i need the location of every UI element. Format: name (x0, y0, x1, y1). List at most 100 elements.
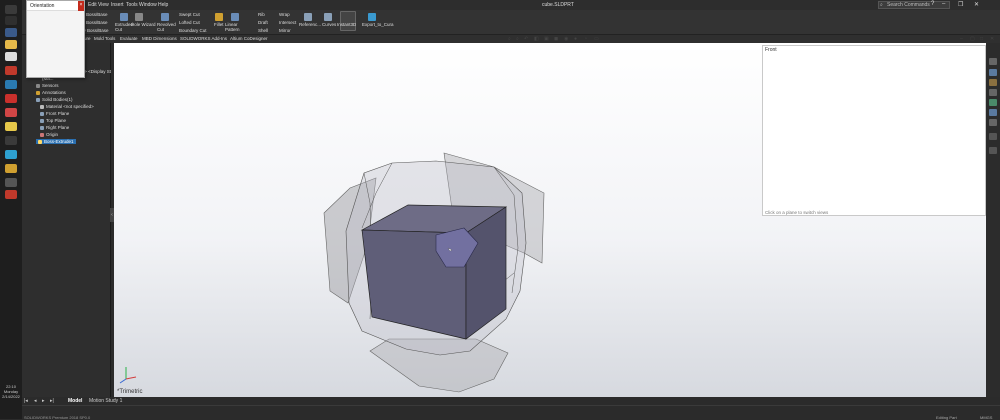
hole-wizard-button[interactable]: Hole Wizard (131, 22, 156, 27)
tree-item-top-plane[interactable]: Top Plane (40, 118, 66, 123)
menu-view[interactable]: View (98, 2, 109, 8)
mirror-button[interactable]: Mirror (279, 28, 291, 33)
tab-mbd-dimensions[interactable]: MBD Dimensions (142, 36, 177, 41)
linear-pattern-button[interactable]: Linear Pattern (225, 22, 245, 32)
menu-tools[interactable]: Tools (126, 2, 138, 8)
instant3d-toggle[interactable] (340, 11, 356, 31)
status-units[interactable]: MMGS (980, 415, 992, 420)
curves-icon[interactable] (324, 13, 332, 21)
export-cura-button[interactable]: Export_to_Cura (362, 22, 394, 27)
wrap-button[interactable]: Wrap (279, 12, 290, 17)
hole-wizard-icon[interactable] (135, 13, 143, 21)
fillet-icon[interactable] (215, 13, 223, 21)
notepad-icon[interactable] (5, 52, 17, 61)
tab-solidworks-add-ins[interactable]: SOLIDWORKS Add-Ins (180, 36, 227, 41)
reference-geometry-icon[interactable] (304, 13, 312, 21)
tree-item-origin[interactable]: Origin (40, 132, 58, 137)
app-blue-icon[interactable] (5, 150, 17, 159)
tree-item-front-plane[interactable]: Front Plane (40, 111, 69, 116)
app-yellow-icon[interactable] (5, 122, 17, 131)
tab-motion-study[interactable]: Motion Study 1 (89, 398, 122, 404)
shell-button[interactable]: Shell (258, 28, 268, 33)
app-dark-icon[interactable] (5, 136, 17, 145)
search-commands-input[interactable]: ⌕ Search Commands (878, 1, 950, 9)
tab-model[interactable]: Model (68, 398, 82, 404)
hide-show-icon[interactable]: ◉ (564, 36, 568, 42)
orientation-title-bar[interactable]: Orientation × (27, 1, 84, 11)
tree-item-solid-bodies[interactable]: Solid Bodies(1) (36, 97, 73, 102)
display-style-icon[interactable]: ◼ (554, 36, 558, 42)
search-taskbar-icon[interactable] (5, 16, 17, 25)
menu-window[interactable]: Window (139, 2, 157, 8)
revolved-cut-button[interactable]: Revolved Cut (157, 22, 176, 32)
intersect-button[interactable]: Intersect (279, 20, 296, 25)
extruded-cut-button[interactable]: Extruded Cut (115, 22, 133, 32)
tree-item-partial-2[interactable]: s> <Display St (82, 69, 111, 74)
task-pane-extra-icon[interactable] (989, 133, 997, 140)
task-pane-custom-properties-icon[interactable] (989, 119, 997, 126)
ribbon-boss-1[interactable]: Boss/Base (86, 12, 108, 17)
nav-last-icon[interactable]: ▸| (50, 398, 54, 404)
task-pane-appearances-icon[interactable] (989, 109, 997, 116)
view-settings-icon[interactable]: ▭ (594, 36, 599, 42)
doc-minimize-button[interactable]: – (960, 36, 963, 42)
task-pane-resources-icon[interactable] (989, 69, 997, 76)
task-view-icon[interactable] (5, 28, 17, 37)
task-pane-file-explorer-icon[interactable] (989, 89, 997, 96)
orientation-close-button[interactable]: × (78, 1, 84, 11)
view-orientation-icon[interactable]: ▣ (544, 36, 549, 42)
nav-prev-icon[interactable]: ◂ (34, 398, 37, 404)
tree-item-annotations[interactable]: Annotations (36, 90, 66, 95)
doc-restore-button[interactable]: ▢ (970, 36, 975, 42)
help-icon[interactable]: ? (931, 1, 934, 7)
tree-item-material[interactable]: Material <not specified> (40, 104, 94, 109)
solidworks-taskbar-icon[interactable] (5, 66, 17, 75)
ribbon-boss-3[interactable]: ry Boss/Base (82, 28, 109, 33)
rib-button[interactable]: Rib (258, 12, 265, 17)
task-pane-design-library-icon[interactable] (989, 79, 997, 86)
tab-altium-codesigner[interactable]: Altium CoDesigner (230, 36, 268, 41)
linear-pattern-icon[interactable] (231, 13, 239, 21)
start-icon[interactable] (5, 5, 17, 14)
app-gold-icon[interactable] (5, 164, 17, 173)
section-view-icon[interactable]: ◧ (534, 36, 539, 42)
nav-first-icon[interactable]: |◂ (24, 398, 28, 404)
orientation-dialog[interactable]: Orientation × (26, 0, 85, 78)
boundary-cut-button[interactable]: Boundary Cut (179, 28, 207, 33)
menu-help[interactable]: Help (158, 2, 168, 8)
nav-next-icon[interactable]: ▸ (42, 398, 45, 404)
app-red2-icon[interactable] (5, 108, 17, 117)
instant3d-button[interactable]: Instant3D (337, 22, 356, 27)
solidworks-active-icon[interactable] (5, 190, 17, 199)
fillet-button[interactable]: Fillet (214, 22, 224, 27)
tree-item-right-plane[interactable]: Right Plane (40, 125, 69, 130)
tab-mold-tools[interactable]: Mold Tools (94, 36, 115, 41)
lofted-cut-button[interactable]: Lofted Cut (179, 20, 200, 25)
app-gray-icon[interactable] (5, 178, 17, 187)
export-cura-icon[interactable] (368, 13, 376, 21)
ribbon-boss-2[interactable]: Boss/Base (86, 20, 108, 25)
clock[interactable]: 22:10 Monday 2/14/2022 (0, 384, 22, 399)
scene-icon[interactable]: ◔ (584, 36, 587, 42)
menu-edit[interactable]: Edit (88, 2, 97, 8)
curves-button[interactable]: Curves (322, 22, 336, 27)
app-red-icon[interactable] (5, 94, 17, 103)
view-selector-panel[interactable]: Front Click on a plane to switch views (762, 45, 986, 216)
task-pane-view-palette-icon[interactable] (989, 99, 997, 106)
task-pane-home-icon[interactable] (989, 58, 997, 65)
revolved-cut-icon[interactable] (161, 13, 169, 21)
file-explorer-icon[interactable] (5, 40, 17, 49)
tree-item-boss-extrude1[interactable]: Boss-Extrude1 (36, 139, 76, 144)
close-window-button[interactable]: ✕ (974, 1, 979, 8)
draft-button[interactable]: Draft (258, 20, 268, 25)
zoom-to-fit-icon[interactable]: ⌕ (508, 36, 511, 42)
zoom-area-icon[interactable]: ⌕ (516, 36, 519, 42)
previous-view-icon[interactable]: ↶ (524, 36, 528, 42)
extruded-cut-icon[interactable] (120, 13, 128, 21)
doc-maximize-button[interactable]: □ (980, 36, 983, 42)
tab-evaluate[interactable]: Evaluate (120, 36, 138, 41)
reference-geometry-button[interactable]: Referenc... (299, 22, 321, 27)
menu-insert[interactable]: Insert (111, 2, 124, 8)
minimize-button[interactable]: – (942, 1, 945, 7)
appearance-icon[interactable]: ● (574, 36, 577, 42)
